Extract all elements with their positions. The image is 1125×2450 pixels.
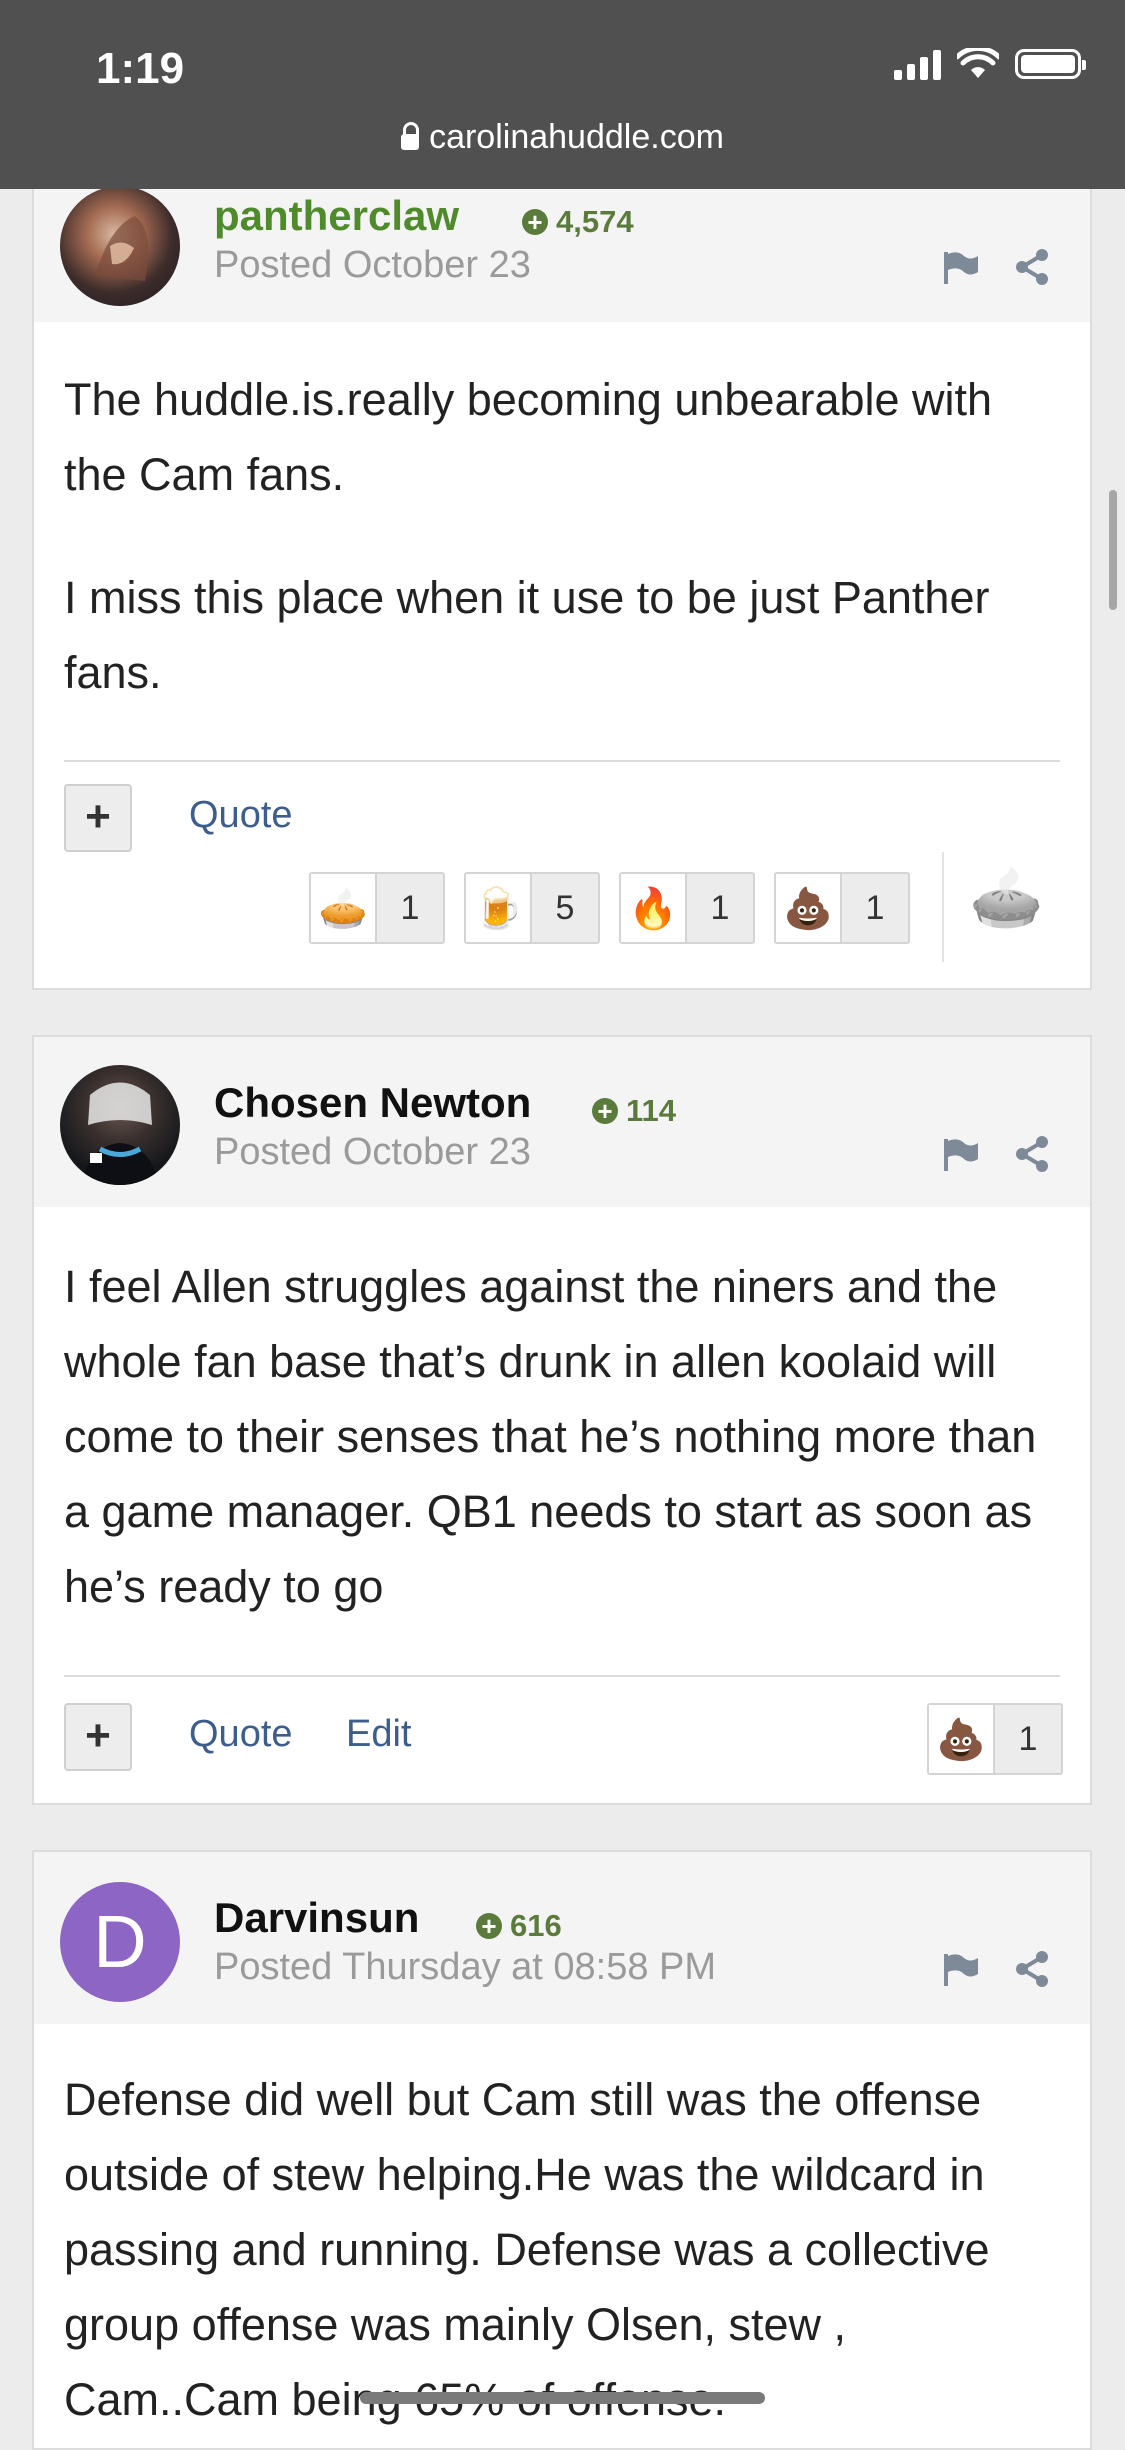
flag-icon[interactable] (942, 250, 980, 286)
quote-link[interactable]: Quote (189, 1713, 293, 1756)
post-date[interactable]: Posted Thursday at 08:58 PM (214, 1946, 716, 1989)
flag-icon[interactable] (942, 1137, 980, 1173)
fire-icon: 🔥 (621, 874, 687, 942)
post-header: Chosen Newton + 114 Posted October 23 (34, 1037, 1090, 1207)
avatar[interactable]: D (60, 1882, 180, 2002)
divider (64, 1675, 1060, 1677)
reaction-poop[interactable]: 💩 1 (927, 1703, 1063, 1775)
wifi-icon (957, 48, 999, 78)
multiquote-button[interactable]: + (64, 1703, 132, 1771)
share-icon[interactable] (1014, 248, 1050, 286)
post-body: I feel Allen struggles against the niner… (34, 1207, 1090, 1624)
multiquote-button[interactable]: + (64, 784, 132, 852)
forum-post: Chosen Newton + 114 Posted October 23 I … (32, 1035, 1092, 1805)
share-icon[interactable] (1014, 1135, 1050, 1173)
post-author[interactable]: Darvinsun (214, 1894, 419, 1942)
cellular-signal-icon (894, 48, 941, 80)
avatar[interactable] (60, 1065, 180, 1185)
status-icons (894, 48, 1086, 80)
plus-circle-icon: + (476, 1913, 502, 1939)
page-scrollbar[interactable] (1109, 490, 1117, 610)
reputation-badge: + 616 (476, 1908, 562, 1944)
divider (64, 760, 1060, 762)
pie-icon: 🥧 (311, 874, 377, 942)
edit-link[interactable]: Edit (346, 1713, 411, 1756)
reaction-count: 1 (710, 888, 730, 927)
post-paragraph: I miss this place when it use to be just… (64, 572, 990, 698)
reaction-count: 1 (400, 888, 420, 927)
forum-post: pantherclaw + 4,574 Posted October 23 Th… (32, 160, 1092, 990)
reaction-separator (942, 852, 944, 962)
reputation-count: 114 (626, 1093, 677, 1128)
lock-icon (401, 121, 420, 150)
react-button-pie-icon[interactable]: 🥧 (969, 862, 1044, 933)
reaction-count: 1 (1018, 1719, 1038, 1758)
quote-link[interactable]: Quote (189, 794, 293, 837)
status-time: 1:19 (96, 44, 185, 93)
post-paragraph: Defense did well but Cam still was the o… (64, 2074, 990, 2425)
post-body: Defense did well but Cam still was the o… (34, 2024, 1090, 2437)
reaction-poop[interactable]: 💩 1 (774, 872, 910, 944)
post-author[interactable]: pantherclaw (214, 192, 459, 240)
reputation-count: 4,574 (556, 204, 634, 239)
post-paragraph: The huddle.is.really becoming unbearable… (64, 374, 993, 500)
reputation-count: 616 (510, 1908, 562, 1943)
reaction-count: 5 (555, 888, 575, 927)
reaction-pie[interactable]: 🥧 1 (309, 872, 445, 944)
post-header: D Darvinsun + 616 Posted Thursday at 08:… (34, 1852, 1090, 2024)
reaction-fire[interactable]: 🔥 1 (619, 872, 755, 944)
reaction-count: 1 (865, 888, 885, 927)
post-author[interactable]: Chosen Newton (214, 1079, 531, 1127)
share-icon[interactable] (1014, 1950, 1050, 1988)
home-indicator[interactable] (360, 2392, 765, 2404)
plus-circle-icon: + (592, 1098, 618, 1124)
reaction-beer[interactable]: 🍺 5 (464, 872, 600, 944)
post-date[interactable]: Posted October 23 (214, 1131, 531, 1174)
poop-icon: 💩 (929, 1705, 995, 1773)
post-paragraph: I feel Allen struggles against the niner… (64, 1261, 1037, 1612)
post-date[interactable]: Posted October 23 (214, 244, 531, 287)
plus-circle-icon: + (522, 209, 548, 235)
forum-post: D Darvinsun + 616 Posted Thursday at 08:… (32, 1850, 1092, 2450)
battery-icon (1015, 49, 1086, 79)
address-bar[interactable]: carolinahuddle.com (0, 118, 1125, 157)
avatar[interactable] (60, 186, 180, 306)
poop-icon: 💩 (776, 874, 842, 942)
url-text: carolinahuddle.com (429, 118, 724, 156)
top-bar: 1:19 carolinahuddle.com (0, 0, 1125, 189)
reputation-badge: + 114 (592, 1093, 676, 1129)
flag-icon[interactable] (942, 1952, 980, 1988)
beer-icon: 🍺 (466, 874, 532, 942)
reputation-badge: + 4,574 (522, 204, 634, 240)
post-body: The huddle.is.really becoming unbearable… (34, 322, 1090, 710)
